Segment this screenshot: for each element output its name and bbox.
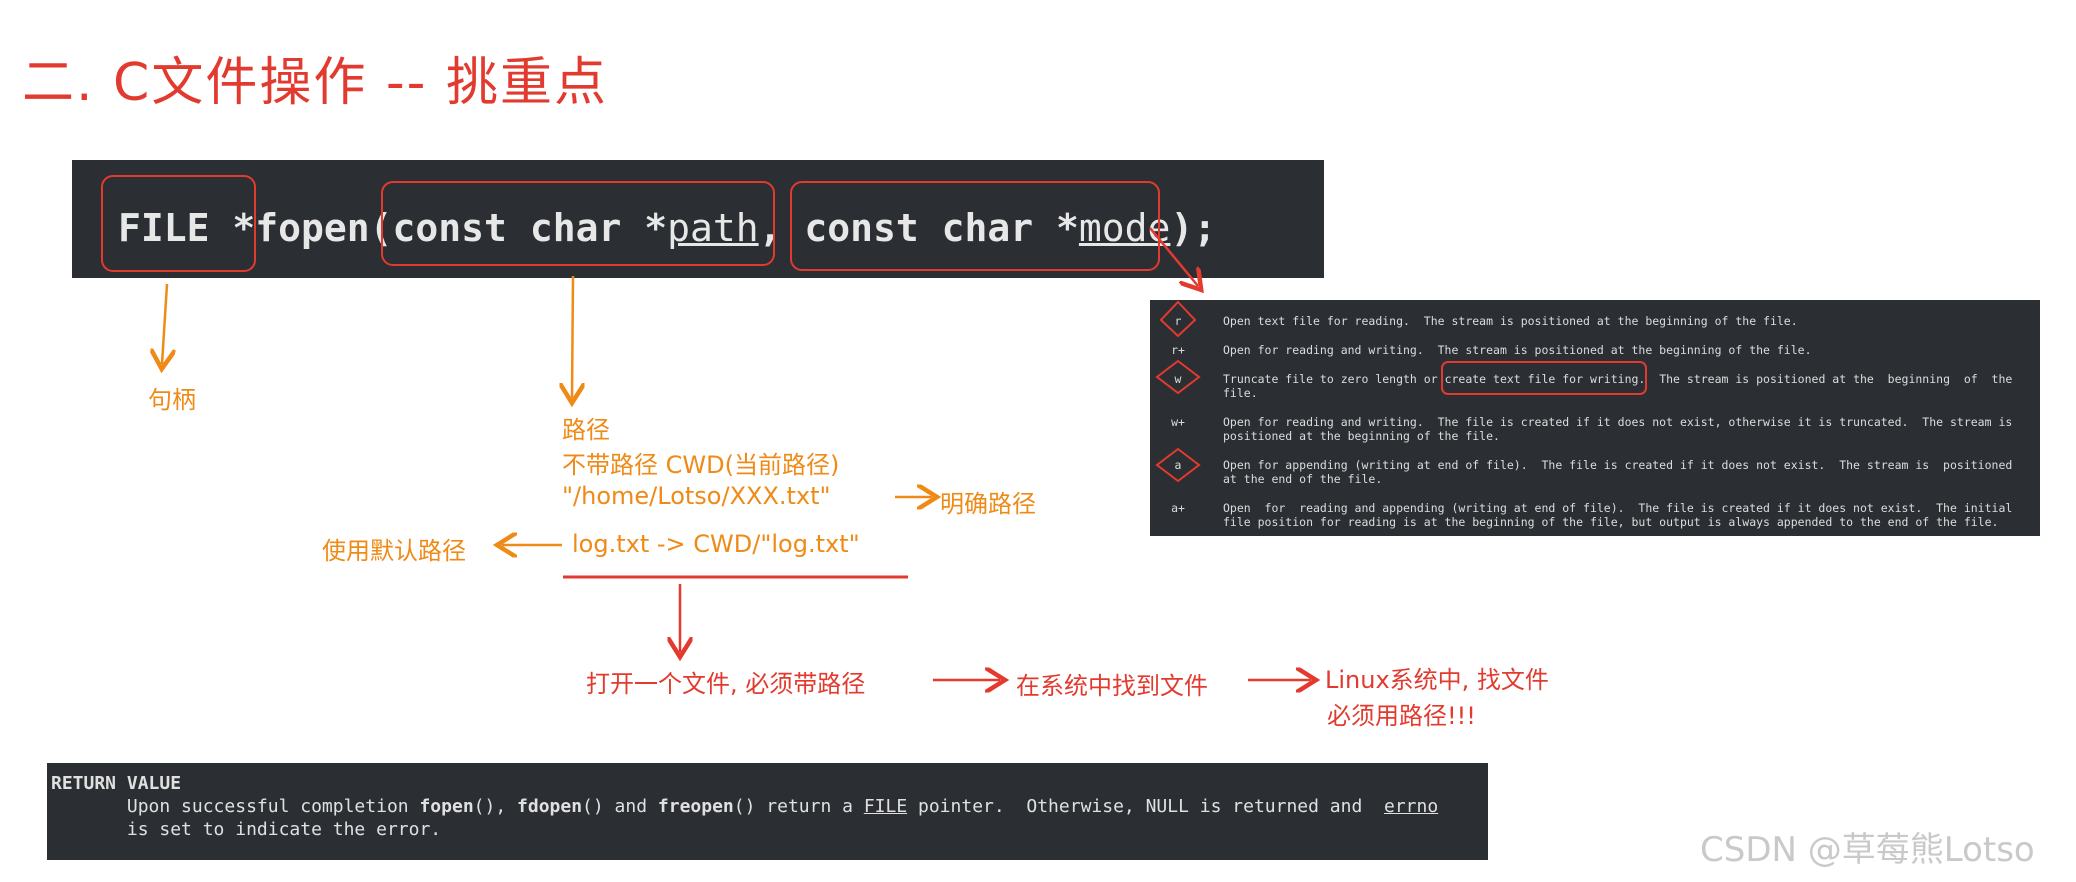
diamond-w [1155, 359, 1201, 395]
handle-arrow [162, 283, 167, 364]
diamond-a [1155, 447, 1201, 483]
mode-to-table-arrow [1149, 227, 1198, 286]
diamond-r [1159, 300, 1197, 338]
annotation-arrows [0, 227, 1647, 882]
path-arrow [572, 275, 573, 398]
create-text-file-box [1441, 361, 1647, 395]
